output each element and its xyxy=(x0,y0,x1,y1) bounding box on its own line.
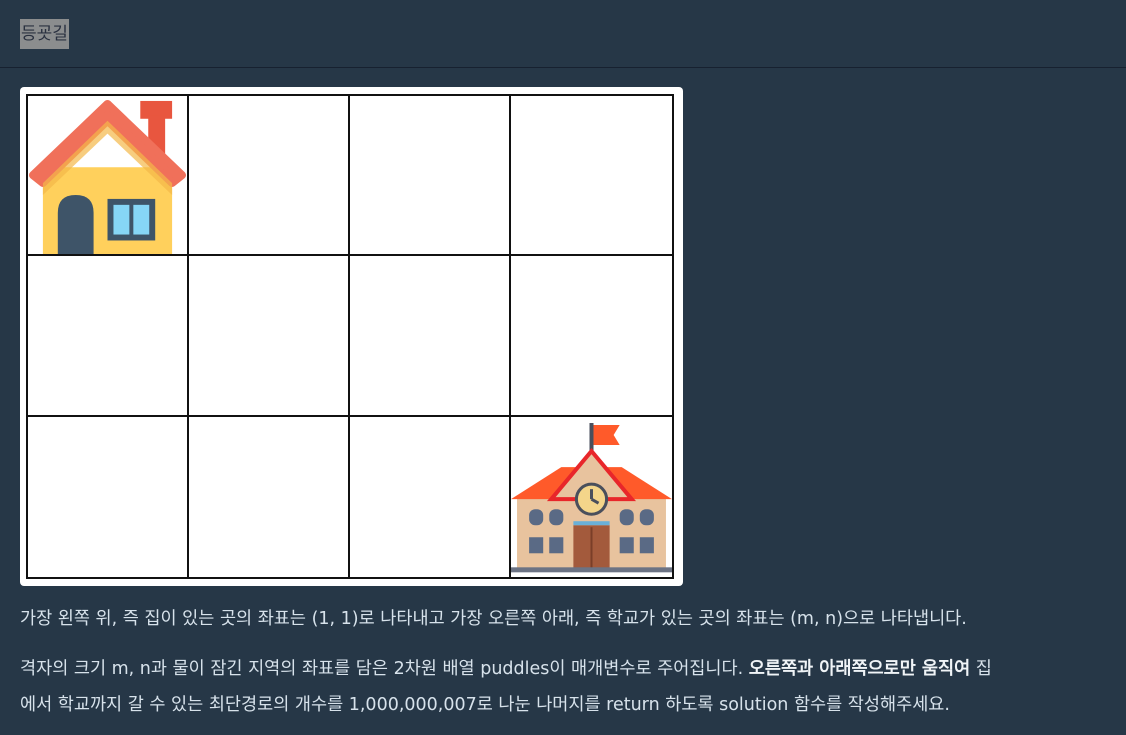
description-text-a: 격자의 크기 m, n과 물이 잠긴 지역의 좌표를 담은 2차원 배열 pud… xyxy=(20,659,749,679)
description-paragraph-1: 가장 왼쪽 위, 즉 집이 있는 곳의 좌표는 (1, 1)로 나타내고 가장 … xyxy=(20,609,967,629)
grid-cell-1-2 xyxy=(189,96,350,257)
grid-cell-3-4 xyxy=(511,417,672,577)
grid-board xyxy=(26,94,674,579)
description-text-b: 집 xyxy=(970,659,992,679)
description-text-c: 에서 학교까지 갈 수 있는 최단경로의 개수를 1,000,000,007로 … xyxy=(20,695,950,715)
grid-cell-3-2 xyxy=(189,416,350,577)
grid-cell-2-3 xyxy=(350,256,511,417)
header-bar: 등굣길 xyxy=(0,0,1126,68)
grid-figure xyxy=(20,87,683,586)
grid-cell-1-1 xyxy=(28,96,189,257)
grid-cell-1-3 xyxy=(350,96,511,257)
problem-title-tab[interactable]: 등굣길 xyxy=(20,19,69,49)
description-bold-text: 오른쪽과 아래쪽으로만 움직여 xyxy=(748,659,971,679)
grid-cell-2-1 xyxy=(28,256,189,417)
grid-cell-3-3 xyxy=(350,416,511,577)
house-icon xyxy=(28,99,187,255)
school-icon xyxy=(511,422,672,572)
grid-cell-3-1 xyxy=(28,416,189,577)
description-paragraph-2: 격자의 크기 m, n과 물이 잠긴 지역의 좌표를 담은 2차원 배열 pud… xyxy=(20,651,1110,723)
grid-cell-2-2 xyxy=(189,256,350,417)
grid-cell-2-4 xyxy=(511,256,672,417)
grid-cell-1-4 xyxy=(511,96,672,257)
